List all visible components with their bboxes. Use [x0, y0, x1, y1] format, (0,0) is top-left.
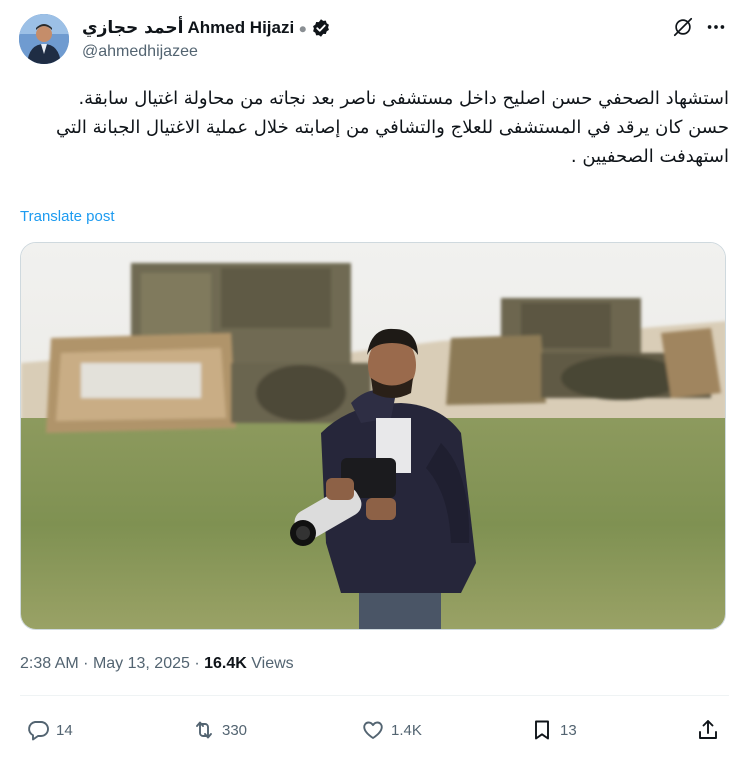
repost-button[interactable]: 330 — [192, 715, 247, 745]
reply-icon — [26, 718, 50, 742]
photo-journalist-with-bulldozers — [21, 243, 725, 629]
bookmark-count: 13 — [560, 721, 577, 739]
repost-icon — [192, 718, 216, 742]
action-bar: 14 330 1.4K 13 — [0, 715, 747, 745]
avatar-image — [19, 14, 69, 64]
author-name-arabic[interactable]: أحمد حجازي — [82, 18, 183, 38]
divider — [20, 695, 729, 696]
share-icon — [696, 718, 720, 742]
post-text: استشهاد الصحفي حسن اصليح داخل مستشفى ناص… — [56, 88, 729, 167]
like-icon — [361, 718, 385, 742]
share-button[interactable] — [696, 715, 720, 745]
views-label: Views — [251, 655, 294, 672]
avatar[interactable] — [19, 14, 69, 64]
post-image[interactable] — [20, 242, 726, 630]
post-meta: 2:38 AM · May 13, 2025 · 16.4K Views — [20, 655, 294, 673]
views-count: 16.4K — [204, 655, 247, 672]
post-date[interactable]: May 13, 2025 — [93, 655, 190, 672]
more-icon[interactable] — [703, 14, 729, 40]
meta-separator: · — [83, 655, 93, 672]
meta-separator: · — [194, 655, 205, 672]
grok-icon[interactable] — [670, 14, 696, 40]
affiliation-separator-icon: ⦁ — [299, 19, 307, 36]
translate-post-link[interactable]: Translate post — [20, 208, 115, 225]
reply-button[interactable]: 14 — [26, 715, 73, 745]
like-button[interactable]: 1.4K — [361, 715, 422, 745]
bookmark-icon — [530, 718, 554, 742]
repost-count: 330 — [222, 721, 248, 739]
author-name-row[interactable]: أحمد حجازي Ahmed Hijazi ⦁ — [82, 17, 331, 39]
reply-count: 14 — [56, 721, 73, 739]
verified-badge-icon — [311, 18, 331, 38]
author-name[interactable]: Ahmed Hijazi — [187, 18, 294, 38]
post-time[interactable]: 2:38 AM — [20, 655, 79, 672]
like-count: 1.4K — [391, 721, 422, 739]
author-handle[interactable]: @ahmedhijazee — [82, 43, 198, 61]
bookmark-button[interactable]: 13 — [530, 715, 577, 745]
